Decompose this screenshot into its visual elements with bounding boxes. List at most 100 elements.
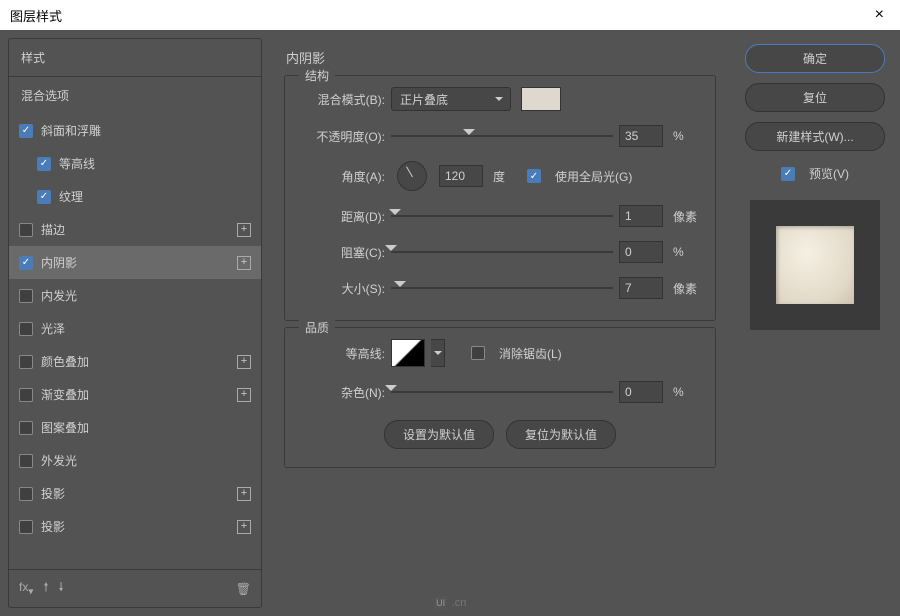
- choke-unit: %: [673, 245, 701, 259]
- dialog-title: 图层样式: [10, 6, 62, 25]
- preview-thumbnail: [750, 200, 880, 330]
- quality-group-label: 品质: [299, 319, 335, 336]
- reset-button[interactable]: 复位: [745, 83, 885, 112]
- distance-label: 距离(D):: [299, 208, 385, 225]
- style-item[interactable]: 纹理: [9, 180, 261, 213]
- global-light-checkbox[interactable]: [527, 169, 541, 183]
- blend-mode-label: 混合模式(B):: [299, 91, 385, 108]
- style-item-checkbox[interactable]: [19, 421, 33, 435]
- style-item-checkbox[interactable]: [19, 223, 33, 237]
- watermark-logo-icon: UI: [434, 596, 448, 610]
- blend-mode-dropdown[interactable]: 正片叠底: [391, 87, 511, 111]
- style-item-checkbox[interactable]: [19, 322, 33, 336]
- style-item-checkbox[interactable]: [19, 256, 33, 270]
- style-item[interactable]: 内发光: [9, 279, 261, 312]
- contour-picker[interactable]: [391, 339, 425, 367]
- style-item[interactable]: 投影 +: [9, 510, 261, 543]
- blend-options-header[interactable]: 混合选项: [9, 77, 261, 114]
- style-item[interactable]: 渐变叠加 +: [9, 378, 261, 411]
- distance-input[interactable]: [619, 205, 663, 227]
- trash-icon[interactable]: 🗑: [236, 582, 251, 596]
- style-item-label: 内发光: [41, 287, 77, 304]
- structure-group-label: 结构: [299, 67, 335, 84]
- action-panel: 确定 复位 新建样式(W)... 预览(V): [730, 30, 900, 616]
- style-item-checkbox[interactable]: [37, 157, 51, 171]
- opacity-input[interactable]: [619, 125, 663, 147]
- size-label: 大小(S):: [299, 280, 385, 297]
- choke-input[interactable]: [619, 241, 663, 263]
- set-default-button[interactable]: 设置为默认值: [384, 420, 494, 449]
- antialias-label: 消除锯齿(L): [499, 345, 562, 362]
- add-effect-icon[interactable]: +: [237, 256, 251, 270]
- contour-label: 等高线:: [299, 345, 385, 362]
- style-item[interactable]: 描边 +: [9, 213, 261, 246]
- add-effect-icon[interactable]: +: [237, 388, 251, 402]
- style-item[interactable]: 外发光: [9, 444, 261, 477]
- fx-menu-icon[interactable]: fx▾: [19, 580, 33, 597]
- choke-label: 阻塞(C):: [299, 244, 385, 261]
- style-item-checkbox[interactable]: [19, 388, 33, 402]
- add-effect-icon[interactable]: +: [237, 520, 251, 534]
- contour-dropdown-icon[interactable]: [431, 339, 445, 367]
- style-item-checkbox[interactable]: [19, 124, 33, 138]
- style-item-label: 图案叠加: [41, 419, 89, 436]
- color-swatch[interactable]: [521, 87, 561, 111]
- style-item[interactable]: 等高线: [9, 147, 261, 180]
- noise-input[interactable]: [619, 381, 663, 403]
- style-item[interactable]: 投影 +: [9, 477, 261, 510]
- choke-slider[interactable]: [391, 242, 613, 262]
- style-item-label: 投影: [41, 485, 65, 502]
- style-item-label: 光泽: [41, 320, 65, 337]
- new-style-button[interactable]: 新建样式(W)...: [745, 122, 885, 151]
- style-item[interactable]: 内阴影 +: [9, 246, 261, 279]
- add-effect-icon[interactable]: +: [237, 355, 251, 369]
- close-icon[interactable]: ×: [869, 6, 890, 24]
- panel-title: 内阴影: [274, 38, 726, 69]
- size-unit: 像素: [673, 280, 701, 297]
- style-item[interactable]: 颜色叠加 +: [9, 345, 261, 378]
- global-light-label: 使用全局光(G): [555, 168, 632, 185]
- style-item-label: 渐变叠加: [41, 386, 89, 403]
- style-item-label: 斜面和浮雕: [41, 122, 101, 139]
- ok-button[interactable]: 确定: [745, 44, 885, 73]
- style-item[interactable]: 光泽: [9, 312, 261, 345]
- noise-label: 杂色(N):: [299, 384, 385, 401]
- style-item-checkbox[interactable]: [19, 520, 33, 534]
- preview-checkbox[interactable]: [781, 167, 795, 181]
- style-item-label: 颜色叠加: [41, 353, 89, 370]
- style-item[interactable]: 图案叠加: [9, 411, 261, 444]
- angle-unit: 度: [493, 168, 521, 185]
- style-item[interactable]: 斜面和浮雕: [9, 114, 261, 147]
- opacity-slider[interactable]: [391, 126, 613, 146]
- noise-slider[interactable]: [391, 382, 613, 402]
- style-item-checkbox[interactable]: [19, 355, 33, 369]
- opacity-unit: %: [673, 129, 701, 143]
- angle-label: 角度(A):: [299, 168, 385, 185]
- angle-input[interactable]: [439, 165, 483, 187]
- style-item-label: 等高线: [59, 155, 95, 172]
- reset-default-button[interactable]: 复位为默认值: [506, 420, 616, 449]
- settings-panel: 内阴影 结构 混合模式(B): 正片叠底 不透明度(O): % 角度(A): 度: [270, 30, 730, 616]
- watermark: UI .cn: [434, 596, 467, 610]
- move-up-icon[interactable]: 🠕: [43, 578, 48, 599]
- style-item-label: 外发光: [41, 452, 77, 469]
- styles-header[interactable]: 样式: [9, 39, 261, 77]
- sidebar: 样式 混合选项 斜面和浮雕等高线纹理描边 + 内阴影 + 内发光光泽颜色叠加 + 渐变叠加 +…: [0, 30, 270, 616]
- style-item-checkbox[interactable]: [19, 454, 33, 468]
- antialias-checkbox[interactable]: [471, 346, 485, 360]
- add-effect-icon[interactable]: +: [237, 487, 251, 501]
- style-item-label: 投影: [41, 518, 65, 535]
- distance-slider[interactable]: [391, 206, 613, 226]
- size-input[interactable]: [619, 277, 663, 299]
- style-item-label: 纹理: [59, 188, 83, 205]
- style-item-checkbox[interactable]: [19, 289, 33, 303]
- style-item-label: 描边: [41, 221, 65, 238]
- size-slider[interactable]: [391, 278, 613, 298]
- distance-unit: 像素: [673, 208, 701, 225]
- style-item-checkbox[interactable]: [19, 487, 33, 501]
- add-effect-icon[interactable]: +: [237, 223, 251, 237]
- style-item-label: 内阴影: [41, 254, 77, 271]
- angle-dial[interactable]: [397, 161, 427, 191]
- style-item-checkbox[interactable]: [37, 190, 51, 204]
- move-down-icon[interactable]: 🠗: [59, 578, 64, 599]
